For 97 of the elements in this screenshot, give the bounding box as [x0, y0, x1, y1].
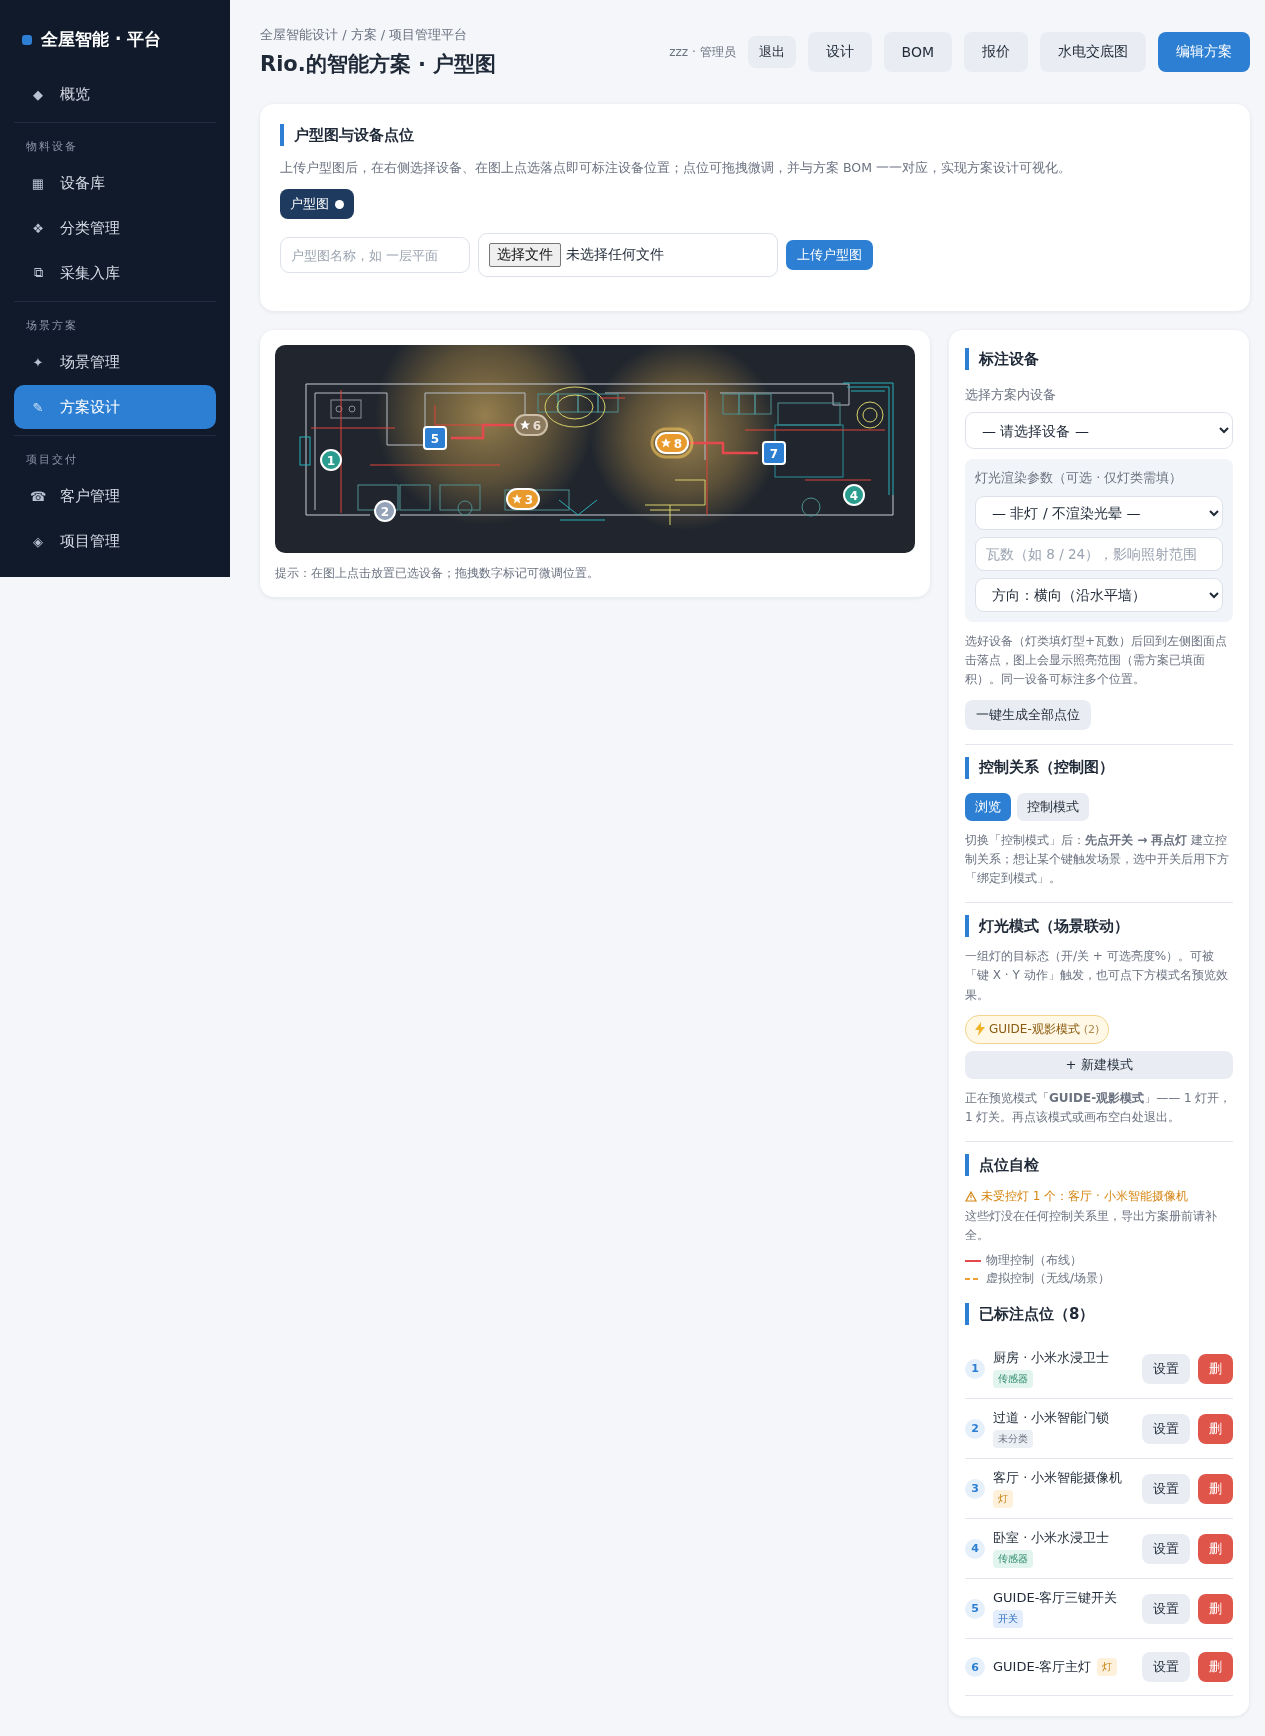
logout-button[interactable]: 退出: [747, 36, 796, 68]
settings-button[interactable]: 设置: [1142, 1533, 1190, 1564]
nav-item[interactable]: ▦ 设备库: [14, 161, 216, 205]
note-text: 正在预览模式「GUIDE-观影模式」—— 1 灯开，1 灯关。再点该模式或画布空白处退出。: [965, 1089, 1233, 1126]
nav-icon: ⧉: [30, 265, 46, 281]
nav-item[interactable]: ❖ 分类管理: [14, 206, 216, 250]
category-tag: 灯: [993, 1490, 1013, 1509]
category-tag: 开关: [993, 1610, 1023, 1629]
nav-item[interactable]: ✎ 方案设计: [14, 385, 216, 429]
point-number: 4: [965, 1538, 985, 1559]
floor-plan-tab[interactable]: 户型图: [280, 189, 354, 219]
nav-group-label: 项目交付: [25, 452, 79, 468]
nav-icon: ✦: [30, 354, 46, 370]
nav-group-label: 物料设备: [25, 139, 79, 155]
lightning-icon: [975, 1022, 985, 1037]
category-tag: 传感器: [993, 1550, 1033, 1569]
warning-text: 未受控灯 1 个：客厅 · 小米智能摄像机: [981, 1188, 1188, 1206]
new-mode-button[interactable]: + 新建模式: [965, 1050, 1233, 1079]
user-label: zzz · 管理员: [669, 43, 736, 61]
header-button[interactable]: 报价: [964, 32, 1028, 72]
warning-icon: [965, 1191, 977, 1203]
point-name: GUIDE-客厅主灯: [993, 1658, 1092, 1677]
hint-text: 提示：在图上点击放置已选设备；拖拽数字标记可微调位置。: [275, 565, 600, 582]
point-name: 客厅 · 小米智能摄像机: [993, 1469, 1123, 1488]
section-title: 标注设备: [965, 348, 1233, 370]
brand-name: 全屋智能 · 平台: [41, 28, 162, 51]
light-type-select[interactable]: — 非灯 / 不渲染光晕 —: [975, 496, 1223, 530]
point-number: 1: [965, 1358, 985, 1379]
nav-item[interactable]: ☎ 客户管理: [14, 474, 216, 518]
panel-title: 灯光渲染参数（可选 · 仅灯类需填）: [975, 469, 1184, 487]
point-number: 2: [965, 1418, 985, 1439]
mode-tab[interactable]: 浏览: [965, 792, 1011, 821]
delete-button[interactable]: 删: [1198, 1413, 1233, 1444]
logo-icon: [22, 34, 32, 45]
choose-file-button[interactable]: 选择文件: [489, 243, 561, 267]
nav-icon: ❖: [30, 220, 46, 236]
section-title: 灯光模式（场景联动）: [965, 915, 1233, 938]
settings-button[interactable]: 设置: [1142, 1353, 1190, 1384]
point-number: 6: [965, 1657, 985, 1678]
category-tag: 灯: [1097, 1658, 1118, 1677]
file-status-text: 未选择任何文件: [566, 246, 664, 264]
nav-item[interactable]: ◈ 项目管理: [14, 519, 216, 563]
header-button[interactable]: 水电交底图: [1040, 32, 1146, 72]
marker-pin[interactable]: 5: [423, 426, 447, 450]
field-label: 选择方案内设备: [965, 386, 1057, 404]
direction-select[interactable]: 方向：横向（沿水平墙）: [975, 578, 1223, 612]
point-name: 厨房 · 小米水浸卫士: [993, 1349, 1110, 1368]
category-tag: 传感器: [993, 1370, 1033, 1389]
header-button[interactable]: BOM: [883, 32, 952, 72]
nav-icon: ◈: [30, 533, 46, 549]
nav-icon: ▦: [30, 175, 46, 191]
breadcrumb: 全屋智能设计 / 方案 / 项目管理平台: [260, 26, 469, 44]
nav-item[interactable]: ✦ 场景管理: [14, 340, 216, 384]
nav-item[interactable]: ⧉ 采集入库: [14, 251, 216, 295]
delete-button[interactable]: 删: [1198, 1593, 1233, 1624]
legend-label: 物理控制（布线）: [986, 1252, 1082, 1270]
section-title: 户型图与设备点位: [280, 124, 1230, 146]
category-tag: 未分类: [993, 1430, 1033, 1449]
floor-plan-canvas[interactable]: 1 2 3 4 5 6 7 8: [275, 345, 915, 553]
description-text: 上传户型图后，在右侧选择设备、在图上点选落点即可标注设备位置；点位可拖拽微调，并与方案 BOM 一一对应，实现方案设计可视化。: [280, 160, 1072, 177]
file-field[interactable]: 选择文件 未选择任何文件: [478, 233, 778, 277]
settings-button[interactable]: 设置: [1142, 1473, 1190, 1504]
section-title: 控制关系（控制图）: [965, 756, 1233, 779]
delete-button[interactable]: 删: [1198, 1533, 1233, 1564]
point-name: GUIDE-客厅三键开关: [993, 1589, 1118, 1608]
section-title: 点位自检: [965, 1154, 1233, 1177]
legend-label: 虚拟控制（无线/场景）: [986, 1270, 1111, 1288]
settings-button[interactable]: 设置: [1142, 1593, 1190, 1624]
upload-button[interactable]: 上传户型图: [786, 240, 873, 270]
marker-pin[interactable]: 7: [762, 441, 786, 465]
note-text: 一组灯的目标态（开/关 + 可选亮度%）。可被「键 X · Y 动作」触发，也可点下方模式名预览效果。: [965, 948, 1229, 1004]
nav-icon: ◆: [30, 86, 46, 102]
nav-icon: ✎: [30, 399, 46, 415]
settings-button[interactable]: 设置: [1142, 1652, 1190, 1683]
point-name: 过道 · 小米智能门锁: [993, 1409, 1110, 1428]
section-title: 已标注点位（8）: [965, 1303, 1233, 1326]
point-number: 3: [965, 1478, 985, 1499]
delete-button[interactable]: 删: [1198, 1353, 1233, 1384]
note-text: 这些灯没在任何控制关系里，导出方案册前请补全。: [965, 1208, 1218, 1245]
nav-icon: ☎: [30, 488, 46, 504]
nav-item[interactable]: ◆ 概览: [14, 72, 216, 116]
page-title: Rio.的智能方案 · 户型图: [260, 51, 497, 78]
note-text: 选好设备（灯类填灯型+瓦数）后回到左侧图面点击落点，图上会显示照亮范围（需方案已填面积）。同一设备可标注多个位置。: [965, 633, 1229, 689]
settings-button[interactable]: 设置: [1142, 1413, 1190, 1444]
scene-mode-chip[interactable]: GUIDE-观影模式 (2): [965, 1014, 1110, 1044]
device-select[interactable]: — 请选择设备 —: [965, 412, 1233, 449]
mode-tab[interactable]: 控制模式: [1017, 792, 1089, 821]
generate-button[interactable]: 一键生成全部点位: [965, 699, 1091, 730]
note-text: 切换「控制模式」后：先点开关 → 再点灯 建立控制关系；想让某个键触发场景，选中开关后用下方「绑定到模式」。: [965, 831, 1230, 887]
nav-group-label: 场景方案: [25, 318, 79, 334]
header-button[interactable]: 设计: [807, 32, 872, 72]
header-button[interactable]: 编辑方案: [1158, 32, 1250, 72]
delete-button[interactable]: 删: [1198, 1652, 1233, 1683]
delete-button[interactable]: 删: [1198, 1473, 1233, 1504]
wattage-field[interactable]: 瓦数（如 8 / 24），影响照射范围: [975, 537, 1223, 571]
point-number: 5: [965, 1598, 985, 1619]
point-name: 卧室 · 小米水浸卫士: [993, 1529, 1110, 1548]
